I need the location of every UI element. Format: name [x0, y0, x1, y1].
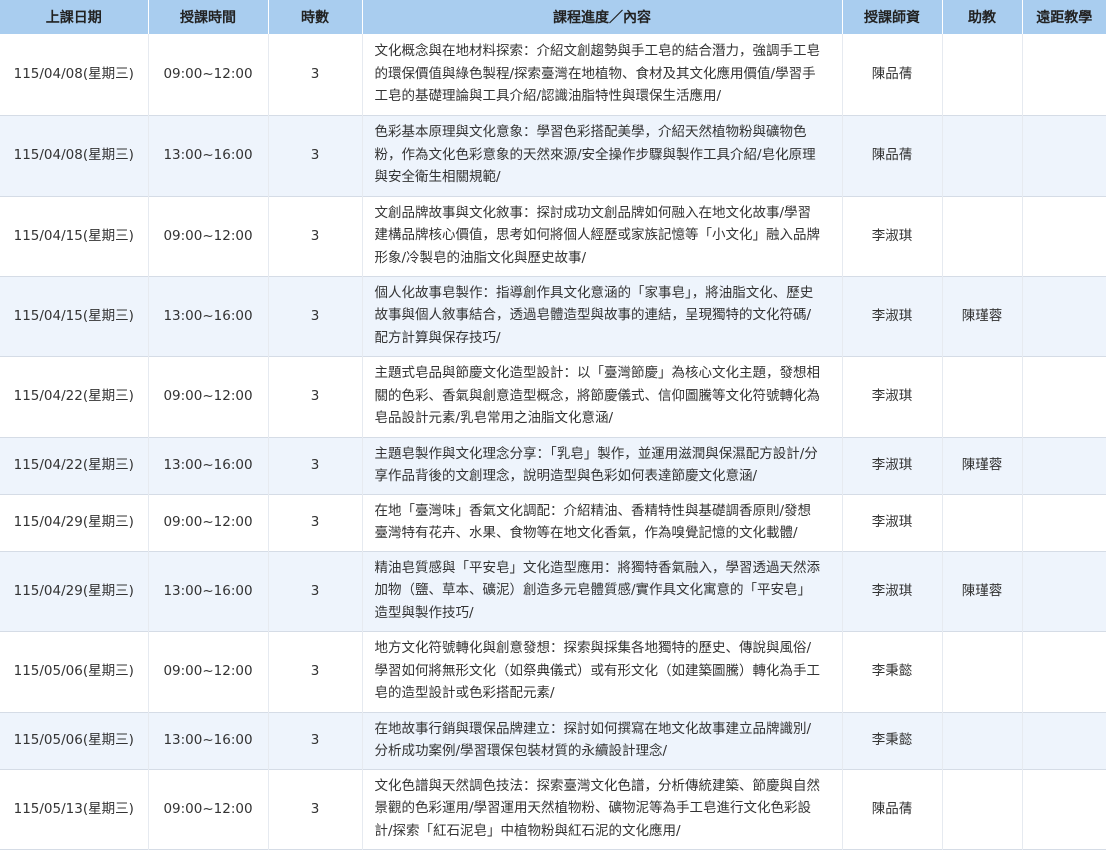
cell-assistant: [942, 631, 1023, 712]
cell-teacher: 李秉懿: [842, 631, 943, 712]
cell-hours: 3: [268, 115, 363, 196]
cell-date: 115/04/08(星期三): [0, 34, 149, 115]
cell-content: 主題皂製作與文化理念分享：「乳皂」製作，並運用滋潤與保濕配方設計/分享作品背後的…: [362, 437, 843, 494]
cell-assistant: [942, 196, 1023, 276]
table-row: 115/04/08(星期三) 09:00~12:00 3 文化概念與在地材料探索…: [0, 34, 1106, 115]
table-row: 115/04/29(星期三) 13:00~16:00 3 精油皂質感與「平安皂」…: [0, 551, 1106, 631]
cell-hours: 3: [268, 551, 363, 631]
cell-teacher: 李淑琪: [842, 196, 943, 276]
cell-content: 文化概念與在地材料探索：介紹文創趨勢與手工皂的結合潛力，強調手工皂的環保價值與綠…: [362, 34, 843, 115]
table-header: 上課日期 授課時間 時數 課程進度／內容 授課師資 助教 遠距教學: [0, 0, 1106, 34]
cell-remote: [1022, 115, 1106, 196]
cell-time: 13:00~16:00: [148, 276, 269, 356]
cell-time: 09:00~12:00: [148, 196, 269, 276]
cell-time: 13:00~16:00: [148, 712, 269, 769]
table-row: 115/04/15(星期三) 09:00~12:00 3 文創品牌故事與文化敘事…: [0, 196, 1106, 276]
cell-date: 115/05/06(星期三): [0, 631, 149, 712]
cell-remote: [1022, 437, 1106, 494]
cell-time: 09:00~12:00: [148, 34, 269, 115]
cell-content: 個人化故事皂製作：指導創作具文化意涵的「家事皂」，將油脂文化、歷史故事與個人敘事…: [362, 276, 843, 356]
cell-hours: 3: [268, 276, 363, 356]
cell-date: 115/04/08(星期三): [0, 115, 149, 196]
cell-assistant: 陳瑾蓉: [942, 551, 1023, 631]
cell-assistant: [942, 712, 1023, 769]
cell-teacher: 李淑琪: [842, 356, 943, 437]
cell-content: 文化色譜與天然調色技法：探索臺灣文化色譜，分析傳統建築、節慶與自然景觀的色彩運用…: [362, 769, 843, 849]
cell-content: 精油皂質感與「平安皂」文化造型應用：將獨特香氣融入，學習透過天然添加物（鹽、草本…: [362, 551, 843, 631]
cell-content: 地方文化符號轉化與創意發想：探索與採集各地獨特的歷史、傳說與風俗/學習如何將無形…: [362, 631, 843, 712]
cell-content: 在地故事行銷與環保品牌建立：探討如何撰寫在地文化故事建立品牌識別/分析成功案例/…: [362, 712, 843, 769]
table-row: 115/05/13(星期三) 09:00~12:00 3 文化色譜與天然調色技法…: [0, 769, 1106, 849]
cell-remote: [1022, 712, 1106, 769]
cell-assistant: 陳瑾蓉: [942, 276, 1023, 356]
header-row: 上課日期 授課時間 時數 課程進度／內容 授課師資 助教 遠距教學: [0, 0, 1106, 34]
cell-assistant: [942, 115, 1023, 196]
cell-date: 115/04/29(星期三): [0, 551, 149, 631]
cell-hours: 3: [268, 356, 363, 437]
cell-date: 115/05/13(星期三): [0, 769, 149, 849]
table-row: 115/05/06(星期三) 09:00~12:00 3 地方文化符號轉化與創意…: [0, 631, 1106, 712]
cell-content: 文創品牌故事與文化敘事：探討成功文創品牌如何融入在地文化故事/學習建構品牌核心價…: [362, 196, 843, 276]
cell-remote: [1022, 196, 1106, 276]
cell-remote: [1022, 34, 1106, 115]
cell-time: 09:00~12:00: [148, 631, 269, 712]
header-time: 授課時間: [148, 0, 269, 34]
cell-hours: 3: [268, 437, 363, 494]
table-row: 115/04/29(星期三) 09:00~12:00 3 在地「臺灣味」香氣文化…: [0, 494, 1106, 551]
cell-teacher: 陳品蒨: [842, 34, 943, 115]
cell-time: 09:00~12:00: [148, 356, 269, 437]
header-hours: 時數: [268, 0, 363, 34]
cell-hours: 3: [268, 494, 363, 551]
cell-assistant: [942, 34, 1023, 115]
cell-date: 115/04/22(星期三): [0, 437, 149, 494]
cell-hours: 3: [268, 712, 363, 769]
cell-hours: 3: [268, 34, 363, 115]
cell-content: 主題式皂品與節慶文化造型設計：以「臺灣節慶」為核心文化主題，發想相關的色彩、香氣…: [362, 356, 843, 437]
header-date: 上課日期: [0, 0, 149, 34]
cell-time: 13:00~16:00: [148, 115, 269, 196]
cell-date: 115/04/29(星期三): [0, 494, 149, 551]
table-body: 115/04/08(星期三) 09:00~12:00 3 文化概念與在地材料探索…: [0, 34, 1106, 849]
cell-remote: [1022, 769, 1106, 849]
cell-content: 色彩基本原理與文化意象：學習色彩搭配美學，介紹天然植物粉與礦物色粉，作為文化色彩…: [362, 115, 843, 196]
cell-time: 13:00~16:00: [148, 551, 269, 631]
cell-assistant: 陳瑾蓉: [942, 437, 1023, 494]
cell-remote: [1022, 356, 1106, 437]
cell-time: 13:00~16:00: [148, 437, 269, 494]
cell-time: 09:00~12:00: [148, 769, 269, 849]
cell-hours: 3: [268, 196, 363, 276]
cell-teacher: 李淑琪: [842, 437, 943, 494]
cell-hours: 3: [268, 769, 363, 849]
table-row: 115/04/08(星期三) 13:00~16:00 3 色彩基本原理與文化意象…: [0, 115, 1106, 196]
cell-teacher: 李淑琪: [842, 551, 943, 631]
cell-remote: [1022, 276, 1106, 356]
cell-assistant: [942, 769, 1023, 849]
cell-remote: [1022, 631, 1106, 712]
table-row: 115/04/22(星期三) 13:00~16:00 3 主題皂製作與文化理念分…: [0, 437, 1106, 494]
cell-assistant: [942, 494, 1023, 551]
header-teacher: 授課師資: [842, 0, 943, 34]
cell-date: 115/05/06(星期三): [0, 712, 149, 769]
cell-remote: [1022, 494, 1106, 551]
cell-assistant: [942, 356, 1023, 437]
cell-teacher: 李秉懿: [842, 712, 943, 769]
table-row: 115/04/15(星期三) 13:00~16:00 3 個人化故事皂製作：指導…: [0, 276, 1106, 356]
cell-date: 115/04/15(星期三): [0, 276, 149, 356]
header-content: 課程進度／內容: [362, 0, 843, 34]
cell-date: 115/04/22(星期三): [0, 356, 149, 437]
course-schedule-table: 上課日期 授課時間 時數 課程進度／內容 授課師資 助教 遠距教學 115/04…: [0, 0, 1106, 850]
cell-teacher: 陳品蒨: [842, 115, 943, 196]
header-assistant: 助教: [942, 0, 1023, 34]
cell-date: 115/04/15(星期三): [0, 196, 149, 276]
cell-teacher: 陳品蒨: [842, 769, 943, 849]
cell-hours: 3: [268, 631, 363, 712]
cell-time: 09:00~12:00: [148, 494, 269, 551]
table-row: 115/04/22(星期三) 09:00~12:00 3 主題式皂品與節慶文化造…: [0, 356, 1106, 437]
cell-teacher: 李淑琪: [842, 276, 943, 356]
header-remote: 遠距教學: [1022, 0, 1106, 34]
table-row: 115/05/06(星期三) 13:00~16:00 3 在地故事行銷與環保品牌…: [0, 712, 1106, 769]
cell-teacher: 李淑琪: [842, 494, 943, 551]
cell-remote: [1022, 551, 1106, 631]
cell-content: 在地「臺灣味」香氣文化調配：介紹精油、香精特性與基礎調香原則/發想臺灣特有花卉、…: [362, 494, 843, 551]
